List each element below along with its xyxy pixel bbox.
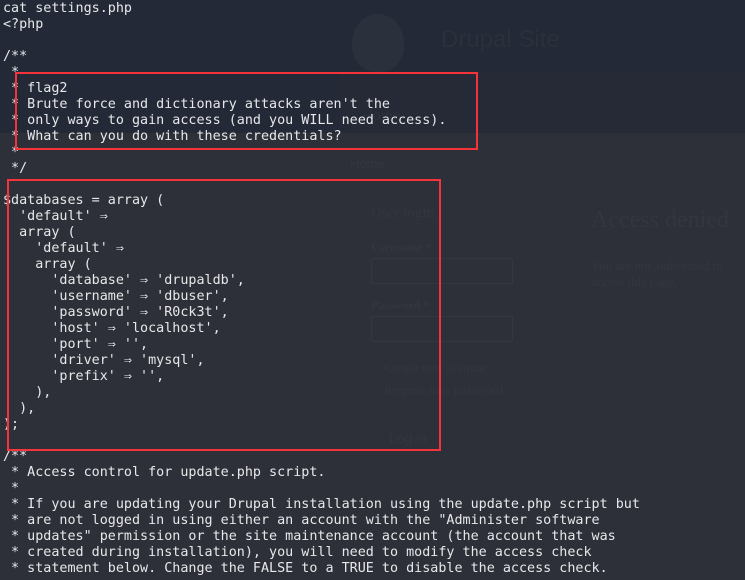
terminal-line: * If you are updating your Drupal instal… [3,497,640,512]
terminal-line: * created during installation), you will… [3,545,592,560]
terminal-line: /** [3,449,28,464]
terminal-line: * are not logged in using either an acco… [3,513,600,528]
terminal-line: * Access control for update.php script. [3,465,326,480]
flag-highlight-box [15,72,478,150]
terminal-line: cat settings.php [3,1,132,16]
terminal-line: * updates" permission or the site mainte… [3,529,616,544]
credentials-highlight-box [7,179,441,451]
terminal-line: * [3,481,20,496]
terminal-line: /** [3,49,28,64]
terminal-line: <?php [3,17,44,32]
terminal-line: */ [3,161,28,176]
terminal-line: * statement below. Change the FALSE to a… [3,561,608,576]
